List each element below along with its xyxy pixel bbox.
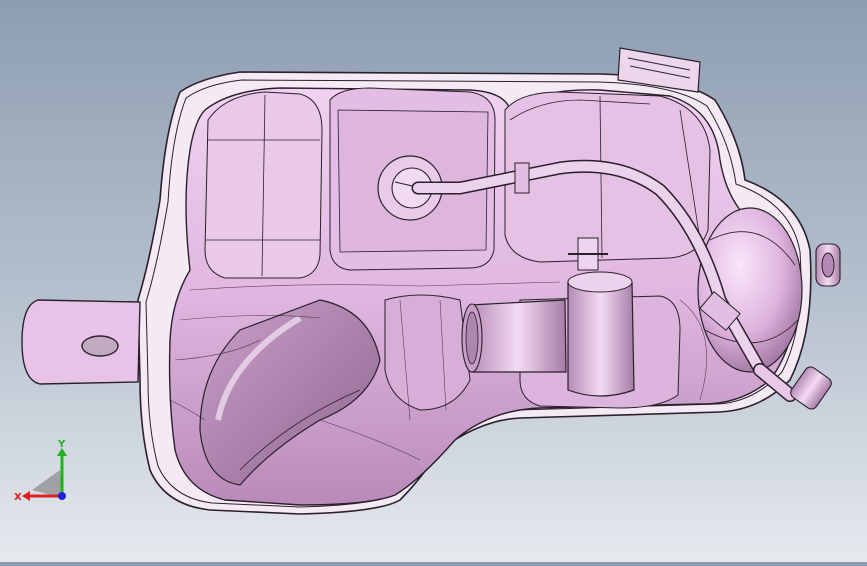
- inlet-pipe: [469, 299, 567, 373]
- hose-clip: [514, 162, 530, 194]
- x-axis-label: X: [14, 492, 22, 503]
- z-axis-dot: [58, 492, 66, 500]
- mount-hole: [81, 335, 119, 357]
- tank-model[interactable]: [0, 0, 867, 562]
- axis-triad: Y X: [14, 439, 76, 506]
- left-mount-bracket: [21, 299, 141, 385]
- cad-viewport[interactable]: [0, 0, 867, 562]
- y-axis-label: Y: [57, 440, 66, 450]
- sensor-housing: [567, 275, 635, 397]
